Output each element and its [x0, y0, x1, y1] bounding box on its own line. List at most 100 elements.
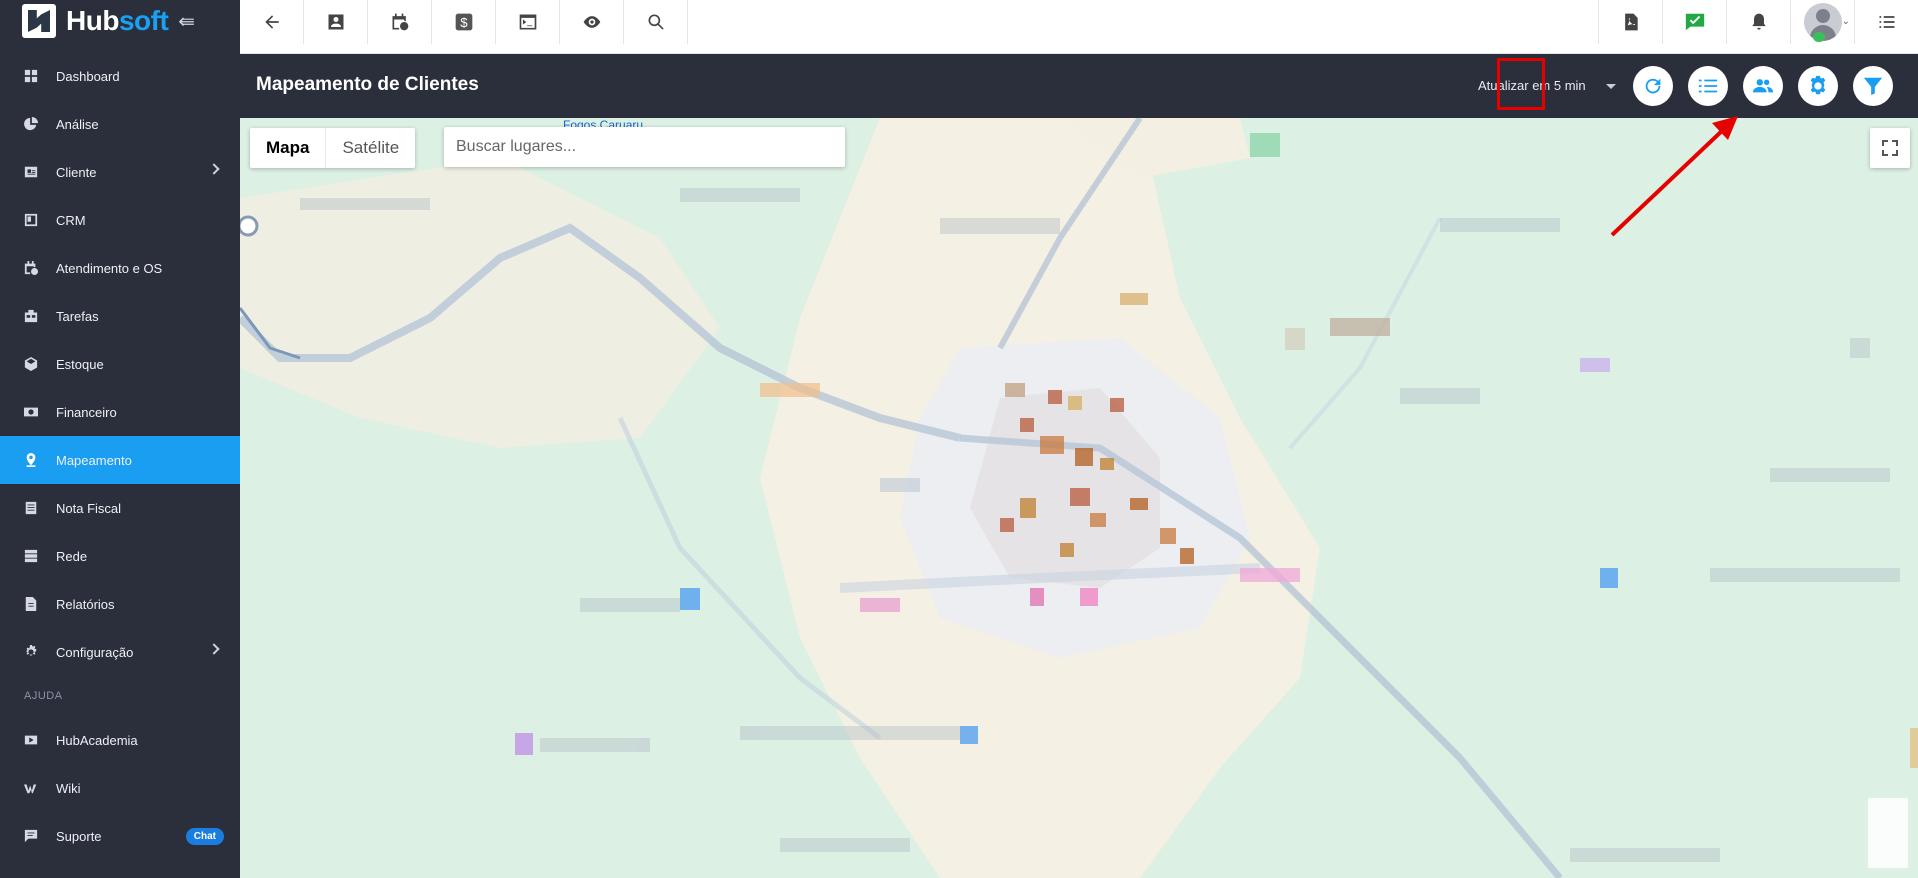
chevron-down-icon: ⌄ [1841, 16, 1850, 27]
calendar-clock-icon [24, 261, 38, 275]
map-search-input[interactable] [444, 127, 845, 167]
list-icon [1879, 16, 1894, 28]
sidebar-item-label: Configuração [56, 644, 134, 660]
brand: Hubsoft ⇚ [0, 0, 240, 42]
pdf-button[interactable] [1598, 0, 1662, 44]
calendar-clock-icon [392, 13, 408, 31]
notifications-button[interactable] [1726, 0, 1790, 44]
search-icon [648, 14, 664, 30]
view-button[interactable] [560, 0, 624, 44]
dashboard-icon [24, 69, 38, 83]
sidebar-item-analise[interactable]: Análise [0, 100, 240, 148]
caret-down-icon[interactable] [1606, 84, 1616, 89]
sidebar-item-label: Wiki [56, 780, 81, 796]
sidebar-item-suporte[interactable]: Suporte Chat [0, 812, 240, 860]
list-numbered-icon [1698, 79, 1718, 93]
app-root: Hubsoft ⇚ Dashboard Análise Cliente CRM [0, 0, 1918, 878]
sidebar-item-cliente[interactable]: Cliente [0, 148, 240, 196]
sidebar-item-label: Mapeamento [56, 452, 132, 468]
highlight-box [1497, 58, 1545, 110]
search-button[interactable] [624, 0, 688, 44]
schedule-button[interactable] [368, 0, 432, 44]
refresh-button[interactable] [1633, 66, 1673, 106]
pdf-icon [1624, 13, 1638, 31]
settings-button[interactable] [1798, 66, 1838, 106]
hubsoft-logo[interactable] [22, 4, 56, 38]
sidebar-item-label: Rede [56, 548, 88, 564]
server-icon [24, 549, 38, 563]
approved-messages-button[interactable] [1662, 0, 1726, 44]
sidebar-item-relatorios[interactable]: Relatórios [0, 580, 240, 628]
map-tiles [240, 118, 1918, 878]
fullscreen-button[interactable] [1870, 128, 1910, 168]
back-arrow-icon [264, 15, 279, 29]
sidebar-item-label: Estoque [56, 356, 104, 372]
box-icon [24, 357, 38, 371]
youtube-icon [24, 733, 38, 747]
map-type-control: Mapa Satélite [250, 128, 416, 168]
checked-message-icon [1685, 13, 1704, 31]
sidebar-item-label: Cliente [56, 164, 97, 180]
back-button[interactable] [240, 0, 304, 44]
chart-pie-icon [24, 117, 38, 131]
id-card-icon [24, 165, 38, 179]
brand-name[interactable]: Hubsoft [66, 5, 169, 37]
online-status-icon [1813, 32, 1825, 42]
menu-collapse-icon[interactable]: ⇚ [178, 9, 195, 34]
eye-icon [583, 16, 600, 28]
sidebar-item-label: Análise [56, 116, 99, 132]
contact-card-icon [328, 14, 343, 30]
sidebar-item-label: Atendimento e OS [56, 260, 163, 276]
page-header: Mapeamento de Clientes Atualizar em 5 mi… [240, 54, 1918, 118]
sidebar-item-configuracao[interactable]: Configuração [0, 628, 240, 676]
tasks-icon [24, 309, 38, 323]
sidebar-item-dashboard[interactable]: Dashboard [0, 52, 240, 100]
menu-list-button[interactable] [1854, 0, 1918, 44]
chat-badge[interactable]: Chat [185, 828, 224, 845]
clients-button[interactable] [1743, 66, 1783, 106]
bell-icon [1751, 13, 1766, 30]
sidebar-section-ajuda: AJUDA [24, 690, 63, 702]
map-type-map[interactable]: Mapa [250, 128, 327, 168]
crm-icon [24, 213, 38, 227]
money-icon [24, 405, 38, 419]
sidebar-item-estoque[interactable]: Estoque [0, 340, 240, 388]
sidebar-item-label: Tarefas [56, 308, 99, 324]
dollar-icon: $ [455, 13, 472, 31]
wikipedia-icon [24, 781, 38, 795]
finance-button[interactable]: $ [432, 0, 496, 44]
map-zoom-control[interactable] [1868, 798, 1908, 868]
settings-gear-icon [1810, 75, 1826, 95]
chat-icon [24, 829, 38, 843]
receipt-icon [24, 501, 38, 515]
list-view-button[interactable] [1688, 66, 1728, 106]
brand-name-part-b: soft [118, 5, 169, 36]
chevron-right-icon [208, 163, 220, 175]
sidebar-item-label: Nota Fiscal [56, 500, 122, 516]
filter-button[interactable] [1853, 66, 1893, 106]
sidebar-item-hubacademia[interactable]: HubAcademia [0, 716, 240, 764]
filter-icon [1863, 77, 1883, 96]
page-title: Mapeamento de Clientes [256, 74, 479, 95]
sidebar-item-label: CRM [56, 212, 86, 228]
sidebar-item-atendimento[interactable]: Atendimento e OS [0, 244, 240, 292]
sidebar-item-label: HubAcademia [56, 732, 138, 748]
sidebar-item-label: Financeiro [56, 404, 117, 420]
map-pin-icon [24, 453, 38, 467]
chevron-right-icon [208, 643, 220, 655]
sidebar-item-crm[interactable]: CRM [0, 196, 240, 244]
sidebar: Hubsoft ⇚ Dashboard Análise Cliente CRM [0, 0, 240, 878]
sidebar-item-nota-fiscal[interactable]: Nota Fiscal [0, 484, 240, 532]
sidebar-item-rede[interactable]: Rede [0, 532, 240, 580]
report-icon [24, 597, 38, 611]
sidebar-item-mapeamento[interactable]: Mapeamento [0, 436, 240, 484]
map-canvas[interactable]: Fogos Caruaru Mapa Satélite [240, 118, 1918, 878]
contacts-button[interactable] [304, 0, 368, 44]
terminal-button[interactable] [496, 0, 560, 44]
sidebar-item-financeiro[interactable]: Financeiro [0, 388, 240, 436]
sidebar-item-tarefas[interactable]: Tarefas [0, 292, 240, 340]
user-menu[interactable]: ⌄ [1790, 0, 1854, 44]
sidebar-item-label: Relatórios [56, 596, 115, 612]
sidebar-item-wiki[interactable]: Wiki [0, 764, 240, 812]
map-type-satellite[interactable]: Satélite [326, 128, 415, 168]
